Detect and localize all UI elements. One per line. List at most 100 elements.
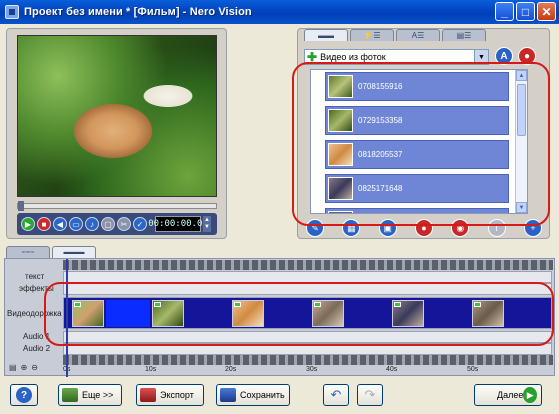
tab-media-icon[interactable]: ▬▬ [304, 29, 348, 41]
save-button[interactable]: Сохранить [216, 384, 290, 406]
timeline-tools: ▤ ⊕ ⊖ [9, 363, 38, 372]
selected-transition[interactable] [106, 300, 150, 327]
playhead[interactable] [66, 259, 68, 377]
track-body[interactable] [63, 343, 552, 355]
ruler-tick-label: 50s [467, 366, 479, 373]
pen-icon[interactable]: ✎ [306, 219, 324, 237]
more-icon [62, 388, 78, 402]
list-item[interactable]: 0729153358 [325, 106, 509, 135]
clip-icon [394, 302, 401, 307]
bottom-bar: ? Еще >> Экспорт Сохранить ↶ ↷ Далее ▶ [0, 378, 559, 414]
list-item[interactable] [325, 208, 509, 213]
media-folder-select[interactable]: ✚ Видео из фоток ▼ [304, 49, 489, 65]
track-body[interactable] [63, 271, 552, 283]
chevron-down-icon[interactable]: ▼ [474, 50, 488, 64]
filmstrip-top [63, 260, 553, 270]
content-panel: ▬▬ ⚡☰ A☰ ▤☰ ✚ Видео из фоток ▼ A ● 07081… [297, 28, 550, 239]
title-bar: Проект без имени * [Фильм] - Nero Vision… [0, 0, 559, 24]
tab-storyboard-icon[interactable]: ▫▫▫▫▫ [6, 246, 50, 258]
add-to-timeline-icon[interactable]: + [523, 219, 542, 237]
media-list-scrollbar[interactable]: ▲ ▼ [515, 70, 527, 213]
track-effects: эффекты [5, 283, 554, 295]
video-clip[interactable] [232, 300, 264, 327]
tab-text-icon[interactable]: A☰ [396, 29, 440, 41]
check-icon[interactable]: ✓ [133, 217, 147, 231]
clip-icon [474, 302, 481, 307]
cut-icon[interactable]: ✂ [117, 217, 131, 231]
scroll-thumb[interactable] [517, 84, 526, 136]
save-icon [220, 388, 236, 402]
fullscreen-icon[interactable]: ▢ [101, 217, 115, 231]
redo-button[interactable]: ↷ [357, 384, 383, 406]
film-icon[interactable]: ▦ [342, 219, 361, 237]
play-icon[interactable]: ▶ [21, 217, 35, 231]
media-list[interactable]: 0708155916 0729153358 0818205537 0825171… [310, 69, 528, 214]
close-button[interactable]: ✕ [537, 2, 556, 21]
folder-icon[interactable]: ▭ [69, 217, 83, 231]
ruler-tick-label: 40s [386, 366, 398, 373]
thumbnail-image [328, 211, 353, 213]
volume-icon[interactable]: ♪ [85, 217, 99, 231]
list-item[interactable]: 0708155916 [325, 72, 509, 101]
ruler-tick-label: 30s [306, 366, 318, 373]
app-icon [5, 5, 19, 19]
list-item-label: 0708155916 [358, 82, 403, 91]
export-icon [140, 388, 156, 402]
track-body[interactable] [63, 331, 552, 343]
timecode-spinner[interactable]: ▲ ▼ [203, 216, 211, 232]
video-clip[interactable] [392, 300, 424, 327]
redo-icon: ↷ [364, 387, 376, 402]
tab-templates-icon[interactable]: ▤☰ [442, 29, 486, 41]
video-clip[interactable] [152, 300, 184, 327]
thumbnail-image [328, 109, 353, 132]
video-clip[interactable] [472, 300, 504, 327]
scroll-down-icon[interactable]: ▼ [516, 202, 527, 213]
time-ruler[interactable]: 0s 10s 20s 30s 40s 50s [63, 365, 553, 377]
timeline: текст эффекты Видеодорожка Audio 1 Audio… [4, 258, 555, 377]
tab-timeline-icon[interactable]: ▬▬▬ [52, 246, 96, 258]
zoom-out-icon[interactable]: ⊖ [31, 363, 38, 372]
zoom-in-icon[interactable]: ⊕ [21, 363, 28, 372]
list-item-label: 0825171648 [358, 184, 403, 193]
thumbnail-image [328, 75, 353, 98]
record-video-icon[interactable]: ● [414, 219, 433, 237]
seek-bar[interactable] [17, 201, 217, 211]
maximize-button[interactable]: □ [516, 2, 535, 21]
undo-icon: ↶ [330, 387, 342, 402]
thumbnail-image [328, 143, 353, 166]
undo-button[interactable]: ↶ [323, 384, 349, 406]
properties-icon[interactable]: ▤ [9, 363, 17, 372]
clip-icon [74, 302, 81, 307]
minimize-button[interactable]: _ [495, 2, 514, 21]
more-button[interactable]: Еще >> [58, 384, 122, 406]
window-controls: _ □ ✕ [495, 2, 556, 21]
info-icon[interactable]: i [487, 219, 506, 237]
track-video: Видеодорожка [5, 297, 554, 329]
export-label: Экспорт [160, 390, 194, 400]
trim-icon[interactable]: ▣ [378, 219, 397, 237]
rewind-icon[interactable]: ◀ [53, 217, 67, 231]
video-clip[interactable] [72, 300, 104, 327]
scroll-up-icon[interactable]: ▲ [516, 70, 527, 81]
track-label: Видеодорожка [7, 309, 62, 318]
video-clip[interactable] [312, 300, 344, 327]
seek-thumb[interactable] [18, 201, 24, 211]
content-tabs: ▬▬ ⚡☰ A☰ ▤☰ [304, 29, 486, 41]
track-text: текст [5, 271, 554, 283]
help-button[interactable]: ? [10, 384, 38, 406]
record-icon[interactable]: ● [518, 47, 536, 65]
next-button[interactable]: Далее ▶ [474, 384, 542, 406]
video-track-body[interactable] [63, 297, 552, 329]
list-item-label: 0729153358 [358, 116, 403, 125]
import-icon[interactable]: A [495, 47, 513, 65]
add-icon: ✚ [307, 50, 318, 64]
timecode-display: 00:00:00.00 [148, 216, 208, 232]
list-item[interactable]: 0825171648 [325, 174, 509, 203]
tab-effects-icon[interactable]: ⚡☰ [350, 29, 394, 41]
export-button[interactable]: Экспорт [136, 384, 204, 406]
preview-panel: ▶ ■ ◀ ▭ ♪ ▢ ✂ ✓ 00:00:00.00 ▲ ▼ [6, 28, 227, 239]
list-item[interactable]: 0818205537 [325, 140, 509, 169]
track-body[interactable] [63, 283, 552, 295]
capture-icon[interactable]: ◉ [451, 219, 470, 237]
stop-icon[interactable]: ■ [37, 217, 51, 231]
